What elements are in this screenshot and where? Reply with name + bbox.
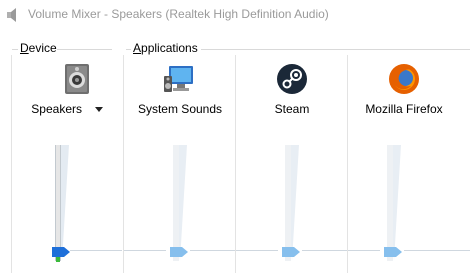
slider-baseline [404,250,470,251]
app-channel-system-sounds: System Sounds [124,60,236,273]
peak-meter [56,257,60,262]
slider-baseline [190,250,235,251]
app-channel-steam: Steam [236,60,348,273]
applications-group-label: Applications [133,41,198,55]
speaker-icon [6,8,22,22]
app-volume-slider[interactable] [282,145,302,263]
steam-icon[interactable] [275,62,309,96]
app-channel-firefox: Mozilla Firefox [348,60,470,273]
title-bar: Volume Mixer - Speakers (Realtek High De… [0,0,470,30]
slider-baseline [70,250,122,251]
window-title: Volume Mixer - Speakers (Realtek High De… [28,7,329,21]
chevron-down-icon[interactable] [93,103,105,115]
applications-group-line-right [201,49,470,50]
slider-baseline [124,250,166,251]
device-volume-thumb[interactable] [52,247,70,257]
app-volume-slider[interactable] [384,145,404,263]
firefox-icon[interactable] [387,62,421,96]
device-group-label: Device [20,41,57,55]
slider-baseline [236,250,278,251]
app-volume-thumb[interactable] [170,247,188,257]
applications-group-line-left [126,49,131,50]
app-name-label: Steam [274,102,310,116]
slider-baseline [348,250,380,251]
speakers-device-icon[interactable] [60,62,94,96]
device-name-label[interactable]: Speakers [12,102,82,116]
app-name-label: System Sounds [137,102,223,116]
app-volume-slider[interactable] [170,145,190,263]
device-group-line-right [57,49,112,50]
system-sounds-icon[interactable] [163,62,197,96]
app-volume-thumb[interactable] [384,247,402,257]
device-channel-speakers: Speakers [12,60,124,273]
app-volume-thumb[interactable] [282,247,300,257]
device-volume-slider[interactable] [52,145,72,263]
app-name-label: Mozilla Firefox [365,102,443,116]
slider-baseline [302,250,347,251]
device-group-line-left [12,49,18,50]
